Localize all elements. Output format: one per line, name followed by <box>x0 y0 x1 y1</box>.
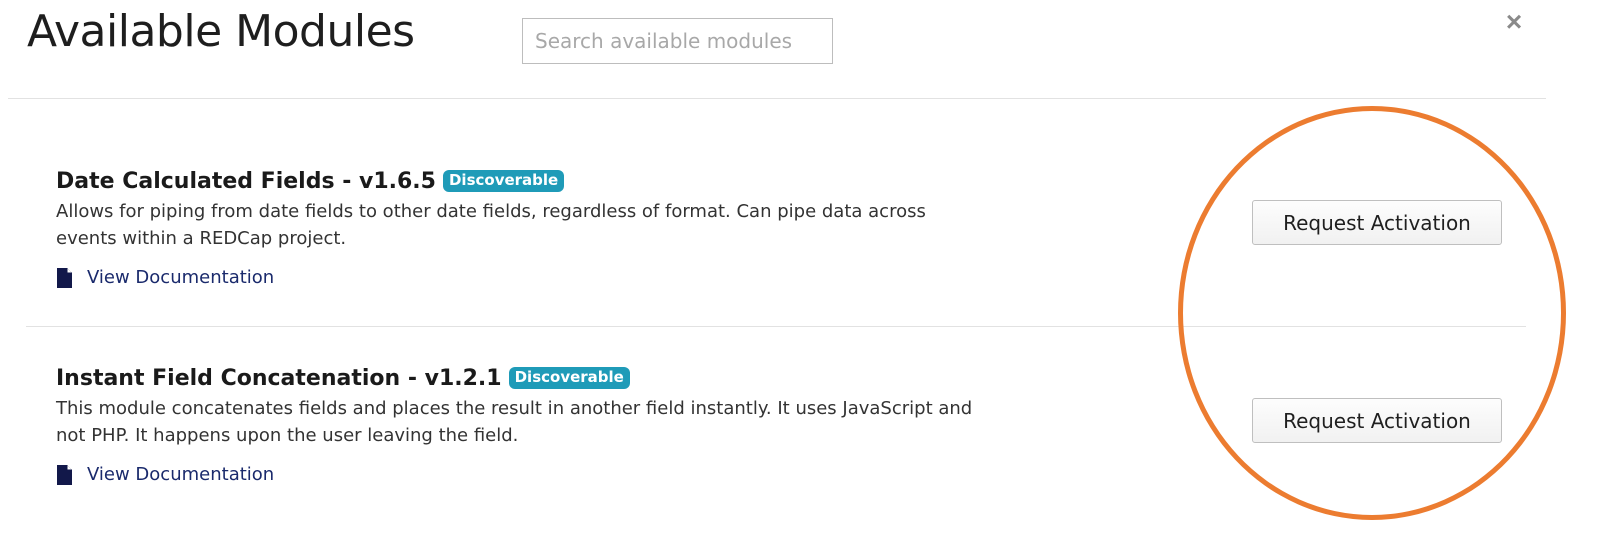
request-activation-button[interactable]: Request Activation <box>1252 200 1502 245</box>
discoverable-badge: Discoverable <box>442 170 565 192</box>
view-documentation-label: View Documentation <box>87 267 275 288</box>
request-activation-button[interactable]: Request Activation <box>1252 398 1502 443</box>
close-icon[interactable]: × <box>1498 4 1530 40</box>
module-name: Date Calculated Fields - v1.6.5 <box>56 168 436 194</box>
module-name: Instant Field Concatenation - v1.2.1 <box>56 365 502 391</box>
module-description: Allows for piping from date fields to ot… <box>56 201 926 249</box>
module-description: This module concatenates fields and plac… <box>56 398 973 446</box>
module-title: Instant Field Concatenation - v1.2.1 Dis… <box>56 363 1516 393</box>
view-documentation-link[interactable]: View Documentation <box>56 267 316 288</box>
module-title: Date Calculated Fields - v1.6.5 Discover… <box>56 166 1516 196</box>
available-modules-dialog: Available Modules × Date Calculated Fiel… <box>0 0 1604 535</box>
discoverable-badge: Discoverable <box>508 367 630 389</box>
view-documentation-link[interactable]: View Documentation <box>56 464 316 485</box>
view-documentation-label: View Documentation <box>87 464 275 485</box>
document-icon <box>56 464 73 485</box>
document-icon <box>56 267 73 288</box>
search-input[interactable] <box>522 18 833 64</box>
module-divider <box>26 326 1526 327</box>
header-divider <box>8 98 1546 99</box>
dialog-title: Available Modules <box>27 6 415 57</box>
